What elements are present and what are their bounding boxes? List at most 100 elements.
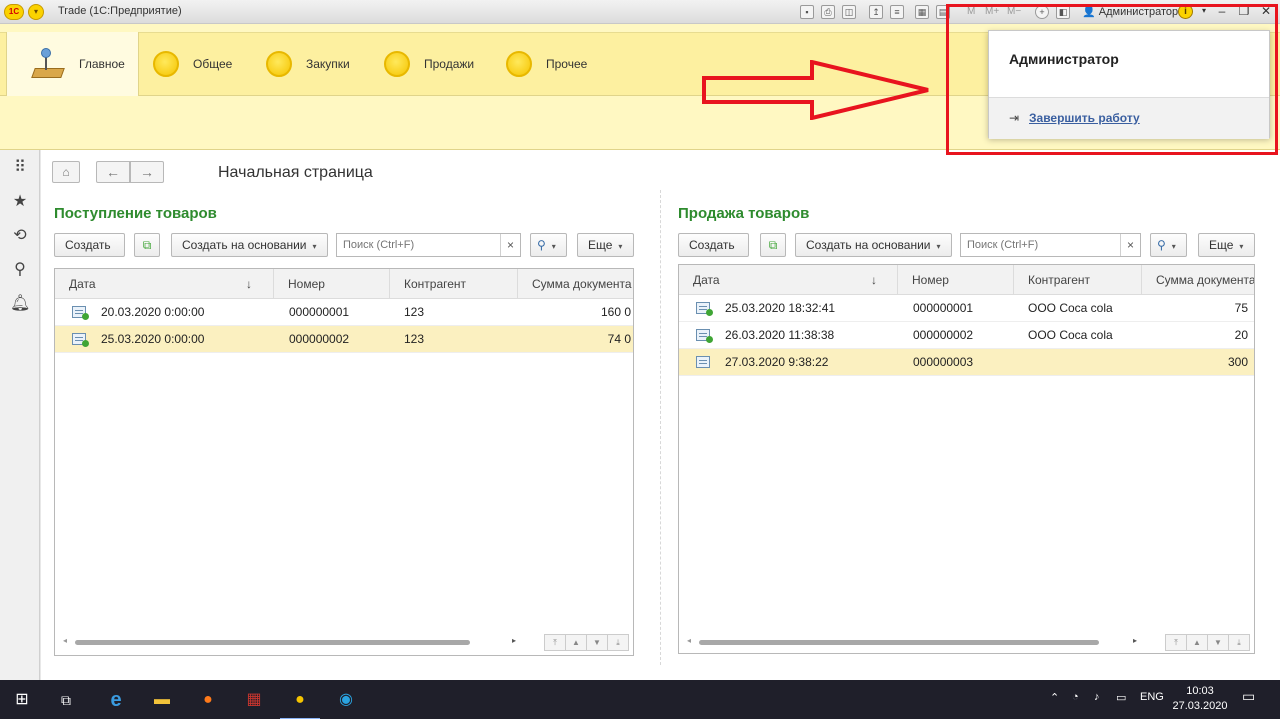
section-sales[interactable]: Продажи (384, 32, 474, 96)
purchases-table: Дата ↓ Номер Контрагент Сумма документа … (54, 268, 634, 656)
windows-start-icon[interactable]: ⊞ (8, 686, 36, 714)
dropdown-arrow-icon: ▾ (618, 242, 623, 251)
posted-document-icon (696, 302, 713, 316)
col-counterparty[interactable]: Контрагент (390, 269, 518, 299)
create-based-on-button[interactable]: Создать на основании ▾ (171, 233, 328, 257)
section-circle-icon (384, 51, 410, 77)
upload-icon[interactable]: ↥ (869, 5, 883, 19)
table-row[interactable]: 27.03.2020 9:38:22 000000003 300 (679, 349, 1254, 376)
search-input[interactable] (961, 234, 1120, 256)
col-number[interactable]: Номер (898, 265, 1014, 295)
home-icon: ⌂ (62, 165, 70, 179)
section-main[interactable]: Главное (6, 32, 139, 96)
home-button[interactable]: ⌂ (52, 161, 80, 183)
row-number: 000000002 (913, 328, 974, 342)
document-icon[interactable]: ≡ (890, 5, 904, 19)
network-icon[interactable]: ◔ (1072, 691, 1079, 703)
save-icon[interactable]: ▪ (800, 5, 814, 19)
table-row[interactable]: 25.03.2020 0:00:00 000000002 123 74 0 (55, 326, 633, 353)
calculator-icon[interactable]: ▦ (915, 5, 929, 19)
document-icon (696, 356, 710, 368)
sales-toolbar: Создать ⧉ Создать на основании▾ × ⚲▾ Еще… (678, 233, 1258, 259)
horizontal-scrollbar[interactable]: ◂ ▸ ⤒ ▲ ▼ ⤓ (679, 633, 1254, 651)
first-icon[interactable]: ⤒ (544, 634, 566, 651)
table-row[interactable]: 25.03.2020 18:32:41 000000001 ООО Coca c… (679, 295, 1254, 322)
print-icon[interactable]: ⎙ (821, 5, 835, 19)
taskbar: ⊞ ⧉ e ▬ ● ▦ ● ◉ ⌃ ◔ ♪ ▭ ENG 10:03 27.03.… (0, 680, 1280, 719)
sort-desc-icon[interactable]: ↓ (246, 269, 252, 299)
table-row[interactable]: 26.03.2020 11:38:38 000000002 ООО Coca c… (679, 322, 1254, 349)
up-icon[interactable]: ▲ (1186, 634, 1208, 651)
scroll-thumb[interactable] (699, 640, 1099, 645)
scroll-left-icon[interactable]: ◂ (63, 636, 67, 645)
col-counterparty[interactable]: Контрагент (1014, 265, 1142, 295)
back-button[interactable]: ← (96, 161, 130, 183)
1c-taskbar-icon[interactable]: ● (280, 686, 320, 719)
down-icon[interactable]: ▼ (586, 634, 608, 651)
main-menu-icon[interactable]: ▾ (28, 4, 44, 20)
search-options-button[interactable]: ⚲ ▾ (530, 233, 567, 257)
clear-icon[interactable]: × (500, 234, 520, 256)
forward-button[interactable]: → (130, 161, 164, 183)
scroll-left-icon[interactable]: ◂ (687, 636, 691, 645)
clock[interactable]: 10:03 27.03.2020 (1172, 684, 1228, 714)
preview-icon[interactable]: ◫ (842, 5, 856, 19)
search-icon[interactable]: ⚲ (10, 260, 30, 280)
up-icon[interactable]: ▲ (565, 634, 587, 651)
scroll-right-icon[interactable]: ▸ (512, 636, 516, 645)
magnifier-icon: ⚲ (1157, 238, 1166, 252)
notifications-bell-icon[interactable]: 🔔︎ (10, 294, 30, 314)
section-circle-icon (153, 51, 179, 77)
ie-browser-icon[interactable]: e (102, 686, 130, 714)
row-counterparty: 123 (404, 332, 425, 346)
archiver-icon[interactable]: ▦ (240, 686, 268, 714)
row-date: 27.03.2020 9:38:22 (725, 355, 829, 369)
clear-icon[interactable]: × (1120, 234, 1140, 256)
table-row[interactable]: 20.03.2020 0:00:00 000000001 123 160 0 (55, 299, 633, 326)
search-field[interactable]: × (336, 233, 521, 257)
row-sum: 300 (1227, 355, 1248, 369)
notifications-icon[interactable]: ▭ (1242, 688, 1255, 705)
search-field[interactable]: × (960, 233, 1141, 257)
create-button[interactable]: Создать (678, 233, 749, 257)
horizontal-scrollbar[interactable]: ◂ ▸ ⤒ ▲ ▼ ⤓ (55, 633, 633, 651)
down-icon[interactable]: ▼ (1207, 634, 1229, 651)
favorites-star-icon[interactable]: ★ (10, 192, 30, 212)
first-icon[interactable]: ⤒ (1165, 634, 1187, 651)
row-date: 20.03.2020 0:00:00 (101, 305, 205, 319)
sort-desc-icon[interactable]: ↓ (871, 265, 877, 295)
window-title: Trade (1С:Предприятие) (58, 5, 182, 17)
section-purchases[interactable]: Закупки (266, 32, 350, 96)
section-other[interactable]: Прочее (506, 32, 587, 96)
search-input[interactable] (337, 234, 500, 256)
copy-doc-icon[interactable]: ⧉ (134, 233, 160, 257)
col-number[interactable]: Номер (274, 269, 390, 299)
battery-icon[interactable]: ▭ (1116, 691, 1126, 704)
apps-grid-icon[interactable]: ⠿ (10, 158, 30, 178)
search-options-button[interactable]: ⚲ ▾ (1150, 233, 1187, 257)
list-nav-buttons: ⤒ ▲ ▼ ⤓ (1165, 634, 1250, 651)
col-date[interactable]: Дата (679, 265, 898, 295)
copy-doc-icon[interactable]: ⧉ (760, 233, 786, 257)
col-sum[interactable]: Сумма документа (518, 269, 633, 299)
scroll-thumb[interactable] (75, 640, 470, 645)
last-icon[interactable]: ⤓ (607, 634, 629, 651)
tray-expand-icon[interactable]: ⌃ (1050, 691, 1059, 704)
create-button[interactable]: Создать (54, 233, 125, 257)
scroll-right-icon[interactable]: ▸ (1133, 636, 1137, 645)
task-view-icon[interactable]: ⧉ (52, 686, 80, 714)
telegram-icon[interactable]: ◉ (332, 686, 360, 714)
1c-logo-icon[interactable]: 1С (4, 4, 24, 20)
firefox-icon[interactable]: ● (194, 686, 222, 714)
section-general[interactable]: Общее (153, 32, 232, 96)
col-sum[interactable]: Сумма документа (1142, 265, 1254, 295)
last-icon[interactable]: ⤓ (1228, 634, 1250, 651)
more-button[interactable]: Еще ▾ (1198, 233, 1255, 257)
create-based-on-button[interactable]: Создать на основании ▾ (795, 233, 952, 257)
more-button[interactable]: Еще ▾ (577, 233, 634, 257)
language-indicator[interactable]: ENG (1140, 691, 1164, 703)
history-icon[interactable]: ⟲ (10, 226, 30, 246)
volume-icon[interactable]: ♪ (1094, 691, 1100, 703)
col-date[interactable]: Дата (55, 269, 274, 299)
file-explorer-icon[interactable]: ▬ (148, 686, 176, 714)
